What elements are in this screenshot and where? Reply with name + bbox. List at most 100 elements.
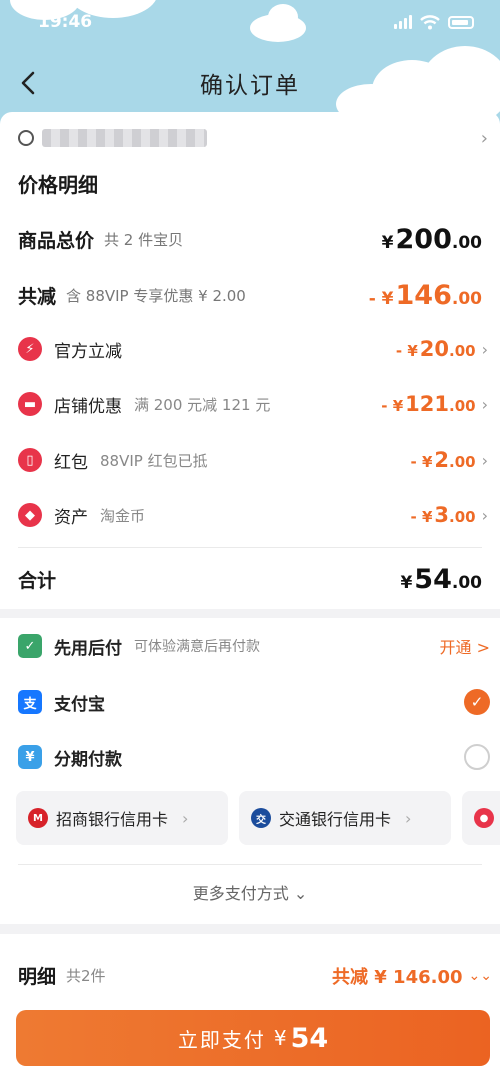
discount-amount: - ¥20.00: [396, 337, 476, 361]
chevron-right-icon: ›: [182, 808, 189, 828]
amount-integer: 2: [434, 448, 450, 472]
reduce-label: 共减: [18, 286, 57, 308]
enable-pay-later-link[interactable]: 开通 >: [440, 634, 491, 658]
sum-amount: ¥54.00: [400, 564, 482, 595]
cmb-logo-icon: M: [28, 808, 48, 828]
location-pin-icon: [18, 130, 34, 146]
amount-decimal: .00: [449, 397, 476, 415]
payment-method-card: ✓ 先用后付 可体验满意后再付款 开通 > 支 支付宝 ✓ ¥ 分期付款 M 招…: [0, 618, 500, 924]
discount-row[interactable]: ▬ 店铺优惠满 200 元减 121 元 - ¥121.00 ›: [18, 389, 488, 419]
bank-name: 招商银行信用卡: [56, 810, 169, 829]
bocom-logo-icon: 交: [251, 808, 271, 828]
pay-later-sub: 可体验满意后再付款: [134, 639, 260, 655]
discount-sub: 88VIP 红包已抵: [100, 451, 208, 470]
back-arrow-icon: [21, 71, 35, 95]
goods-count: 共 2 件宝贝: [104, 231, 184, 249]
installment-icon: ¥: [18, 745, 42, 769]
discount-row[interactable]: ▯ 红包 88VIP 红包已抵 - ¥2.00 ›: [18, 445, 488, 475]
double-chevron-down-icon: ⌄⌄: [468, 967, 492, 984]
chevron-right-icon: ›: [481, 450, 488, 470]
pay-later-label: 先用后付: [54, 638, 122, 659]
installment-radio[interactable]: [464, 744, 490, 770]
address-blurred: [42, 129, 207, 147]
bank-logo-icon: ●: [474, 808, 494, 828]
pay-now-button[interactable]: 立即支付 ¥ 54: [16, 1010, 490, 1066]
goods-total-row: 商品总价 共 2 件宝贝 ¥200.00: [18, 224, 482, 255]
currency-symbol: ¥: [400, 573, 413, 593]
reduce-total-row: 共减 含 88VIP 专享优惠 ¥ 2.00 - ¥146.00: [18, 280, 482, 311]
cellular-signal-icon: [394, 15, 412, 29]
discount-amount: - ¥121.00: [381, 392, 475, 416]
amount-decimal: .00: [451, 289, 482, 309]
detail-summary-row[interactable]: 明细 共2件 共减 ¥ 146.00 ⌄⌄: [18, 962, 492, 989]
discount-amount: - ¥2.00: [411, 448, 476, 472]
store-coupon-icon: ▬: [18, 392, 42, 416]
alipay-radio-selected[interactable]: ✓: [464, 689, 490, 715]
pay-later-row[interactable]: ✓ 先用后付 可体验满意后再付款 开通 >: [18, 630, 490, 662]
discount-label: 资产: [54, 507, 88, 528]
status-icons: [394, 14, 474, 30]
amount-decimal: .00: [451, 573, 482, 593]
reduce-sub: 含 88VIP 专享优惠 ¥ 2.00: [66, 287, 246, 305]
status-bar: 19:46: [0, 0, 500, 44]
discount-amount: - ¥3.00: [411, 503, 476, 527]
sum-row: 合计 ¥54.00: [18, 564, 482, 595]
goods-total-label: 商品总价: [18, 230, 95, 252]
nav-bar: 确认订单: [0, 55, 500, 111]
alipay-row[interactable]: 支 支付宝 ✓: [18, 686, 490, 718]
discount-label: 官方立减: [54, 341, 122, 362]
chevron-right-icon: ›: [481, 505, 488, 525]
amount-integer: 146: [395, 280, 452, 311]
bank-chip-bocom[interactable]: 交 交通银行信用卡 ›: [239, 791, 451, 845]
installment-label: 分期付款: [54, 749, 122, 770]
amount-integer: 20: [419, 337, 450, 361]
currency-symbol: - ¥: [395, 342, 418, 360]
chevron-right-icon: ›: [480, 127, 488, 149]
chevron-right-icon: ›: [481, 339, 488, 359]
installment-row[interactable]: ¥ 分期付款: [18, 741, 490, 773]
tag-icon: ◆: [18, 503, 42, 527]
address-row[interactable]: ›: [18, 124, 488, 152]
currency-symbol: - ¥: [381, 397, 404, 415]
chevron-right-icon: ›: [405, 808, 412, 828]
detail-count: 共2件: [66, 967, 106, 985]
divider: [18, 864, 482, 865]
page-title: 确认订单: [200, 73, 300, 99]
discount-label: 红包: [54, 452, 88, 473]
pay-now-amount: 54: [290, 1022, 329, 1054]
amount-decimal: .00: [449, 453, 476, 471]
more-payment-methods-button[interactable]: 更多支付方式 ⌄: [0, 880, 500, 904]
discount-sub: 淘金币: [100, 506, 146, 525]
divider: [18, 547, 482, 548]
amount-decimal: .00: [449, 342, 476, 360]
red-packet-icon: ▯: [18, 448, 42, 472]
currency-symbol: - ¥: [410, 508, 433, 526]
goods-total-amount: ¥200.00: [382, 224, 482, 255]
alipay-label: 支付宝: [54, 694, 105, 715]
bottom-summary-bar: 明细 共2件 共减 ¥ 146.00 ⌄⌄ 立即支付 ¥ 54: [0, 934, 500, 1073]
amount-decimal: .00: [449, 508, 476, 526]
discount-row[interactable]: ◆ 资产 淘金币 - ¥3.00 ›: [18, 500, 488, 530]
discount-row[interactable]: ⚡ 官方立减 - ¥20.00 ›: [18, 334, 488, 364]
discount-sub: 满 200 元减 121 元: [134, 395, 271, 414]
currency-symbol: ¥: [381, 233, 394, 253]
chevron-right-icon: ›: [481, 394, 488, 414]
detail-total-reduce: 共减 ¥ 146.00: [332, 966, 463, 988]
lightning-icon: ⚡: [18, 337, 42, 361]
detail-label: 明细: [18, 966, 57, 988]
bank-chip-cmb[interactable]: M 招商银行信用卡 ›: [16, 791, 228, 845]
bank-chip-partial[interactable]: ●: [462, 791, 500, 845]
alipay-icon: 支: [18, 690, 42, 714]
pay-later-icon: ✓: [18, 634, 42, 658]
amount-integer: 121: [405, 392, 450, 416]
battery-icon: [448, 15, 474, 29]
back-button[interactable]: [10, 65, 46, 101]
currency-symbol: ¥: [273, 1026, 287, 1050]
sum-label: 合计: [18, 570, 57, 592]
pay-now-label: 立即支付: [177, 1027, 266, 1052]
discount-label: 店铺优惠: [54, 396, 122, 417]
currency-symbol: - ¥: [410, 453, 433, 471]
wifi-icon: [420, 14, 440, 29]
currency-symbol: - ¥: [368, 289, 394, 309]
status-time: 19:46: [38, 12, 93, 32]
